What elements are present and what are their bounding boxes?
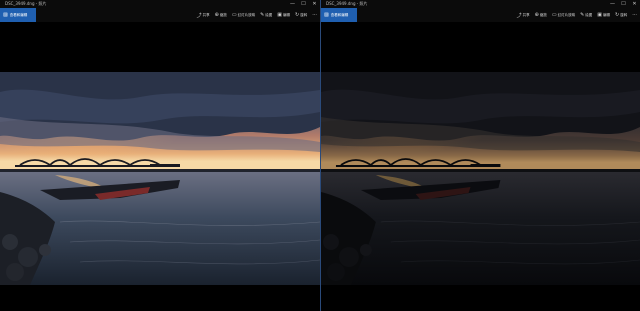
- more-button[interactable]: ···: [632, 12, 638, 18]
- draw-icon: ✎: [260, 12, 265, 18]
- slideshow-button[interactable]: ▭ 幻灯片放映: [232, 12, 255, 18]
- edit-icon: ▣: [277, 12, 283, 18]
- title-bar: DSC_3949.dng - 照片 — ☐ ✕: [0, 0, 320, 8]
- toolbar: ▨ 查看和编辑 ⤴ 共享 ⊕ 缩放 ▭ 幻灯片放映 ✎ 绘图 ▣ 编辑 ↻ 旋转 ···: [0, 8, 320, 22]
- slideshow-icon: ▭: [231, 12, 237, 18]
- zoom-icon: ⊕: [534, 12, 539, 18]
- window-controls: — ☐ ✕: [287, 0, 320, 8]
- photo-sunset-bridge: [0, 72, 320, 285]
- rotate-button[interactable]: ↻ 旋转: [615, 12, 627, 18]
- window-controls: — ☐ ✕: [607, 0, 640, 8]
- toolbar: ▨ 查看和编辑 ⤴ 共享 ⊕ 缩放 ▭ 幻灯片放映 ✎ 绘图 ▣ 编辑 ↻ 旋转 ···: [321, 8, 640, 22]
- slideshow-button[interactable]: ▭ 幻灯片放映: [552, 12, 575, 18]
- draw-button[interactable]: ✎ 绘图: [580, 12, 592, 18]
- minimize-button[interactable]: —: [607, 0, 618, 8]
- share-icon: ⤴: [516, 12, 522, 19]
- minimize-button[interactable]: —: [287, 0, 298, 8]
- photos-window-right: DSC_3949.dng - 照片 — ☐ ✕ ▨ 查看和编辑 ⤴ 共享 ⊕ 缩放 …: [321, 0, 640, 311]
- photos-window-left: DSC_3949.dng - 照片 — ☐ ✕ ▨ 查看和编辑 ⤴ 共享 ⊕ 缩放 …: [0, 0, 320, 311]
- rotate-icon: ↻: [295, 12, 300, 18]
- window-title: DSC_3949.dng - 照片: [5, 1, 47, 6]
- title-bar: DSC_3949.dng - 照片 — ☐ ✕: [321, 0, 640, 8]
- more-button[interactable]: ···: [312, 12, 318, 18]
- zoom-button[interactable]: ⊕ 缩放: [215, 12, 227, 18]
- rotate-button[interactable]: ↻ 旋转: [295, 12, 307, 18]
- edit-button[interactable]: ▣ 编辑: [277, 12, 290, 18]
- view-edit-label: 查看和编辑: [330, 12, 349, 17]
- maximize-button[interactable]: ☐: [298, 0, 309, 8]
- slideshow-icon: ▭: [551, 12, 557, 18]
- photo-canvas: [321, 72, 640, 285]
- more-icon: ···: [632, 12, 637, 18]
- zoom-icon: ⊕: [214, 12, 219, 18]
- more-icon: ···: [312, 12, 317, 18]
- photo-sunset-bridge-dark: [321, 72, 640, 285]
- view-edit-label: 查看和编辑: [9, 12, 28, 17]
- close-button[interactable]: ✕: [309, 0, 320, 8]
- maximize-button[interactable]: ☐: [618, 0, 629, 8]
- window-title: DSC_3949.dng - 照片: [326, 1, 368, 6]
- view-edit-button[interactable]: ▨ 查看和编辑: [0, 8, 36, 22]
- draw-button[interactable]: ✎ 绘图: [260, 12, 272, 18]
- share-button[interactable]: ⤴ 共享: [197, 12, 210, 19]
- close-button[interactable]: ✕: [629, 0, 640, 8]
- photo-canvas: [0, 72, 320, 285]
- photo-icon: ▨: [3, 12, 8, 18]
- draw-icon: ✎: [580, 12, 585, 18]
- share-icon: ⤴: [196, 12, 202, 19]
- view-edit-button[interactable]: ▨ 查看和编辑: [321, 8, 357, 22]
- zoom-button[interactable]: ⊕ 缩放: [535, 12, 547, 18]
- rotate-icon: ↻: [615, 12, 620, 18]
- photo-icon: ▨: [324, 12, 329, 18]
- edit-button[interactable]: ▣ 编辑: [597, 12, 610, 18]
- share-button[interactable]: ⤴ 共享: [517, 12, 530, 19]
- edit-icon: ▣: [597, 12, 603, 18]
